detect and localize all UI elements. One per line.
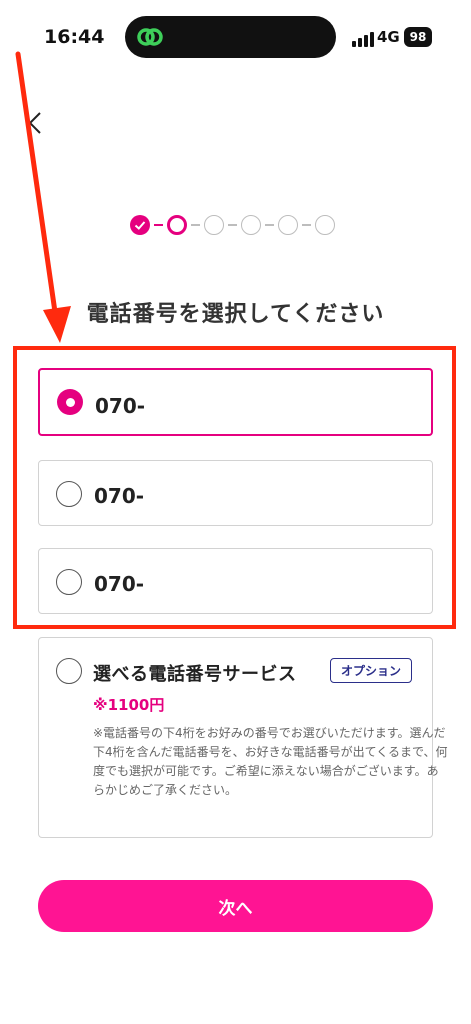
service-note: ※電話番号の下4桁をお好みの番号でお選びいただけます。選んだ下4桁を含んだ電話番… (93, 726, 448, 797)
number-selection-service-card[interactable]: 選べる電話番号サービス オプション ※1100円 ※電話番号の下4桁をお好みの番… (38, 637, 448, 838)
service-title: 選べる電話番号サービス (93, 664, 297, 685)
option-badge: オプション (330, 658, 413, 683)
annotation-arrow-icon (15, 51, 71, 343)
next-button[interactable]: 次へ (38, 880, 433, 932)
service-price: ※1100円 (93, 696, 165, 714)
radio-unselected[interactable] (56, 658, 82, 684)
